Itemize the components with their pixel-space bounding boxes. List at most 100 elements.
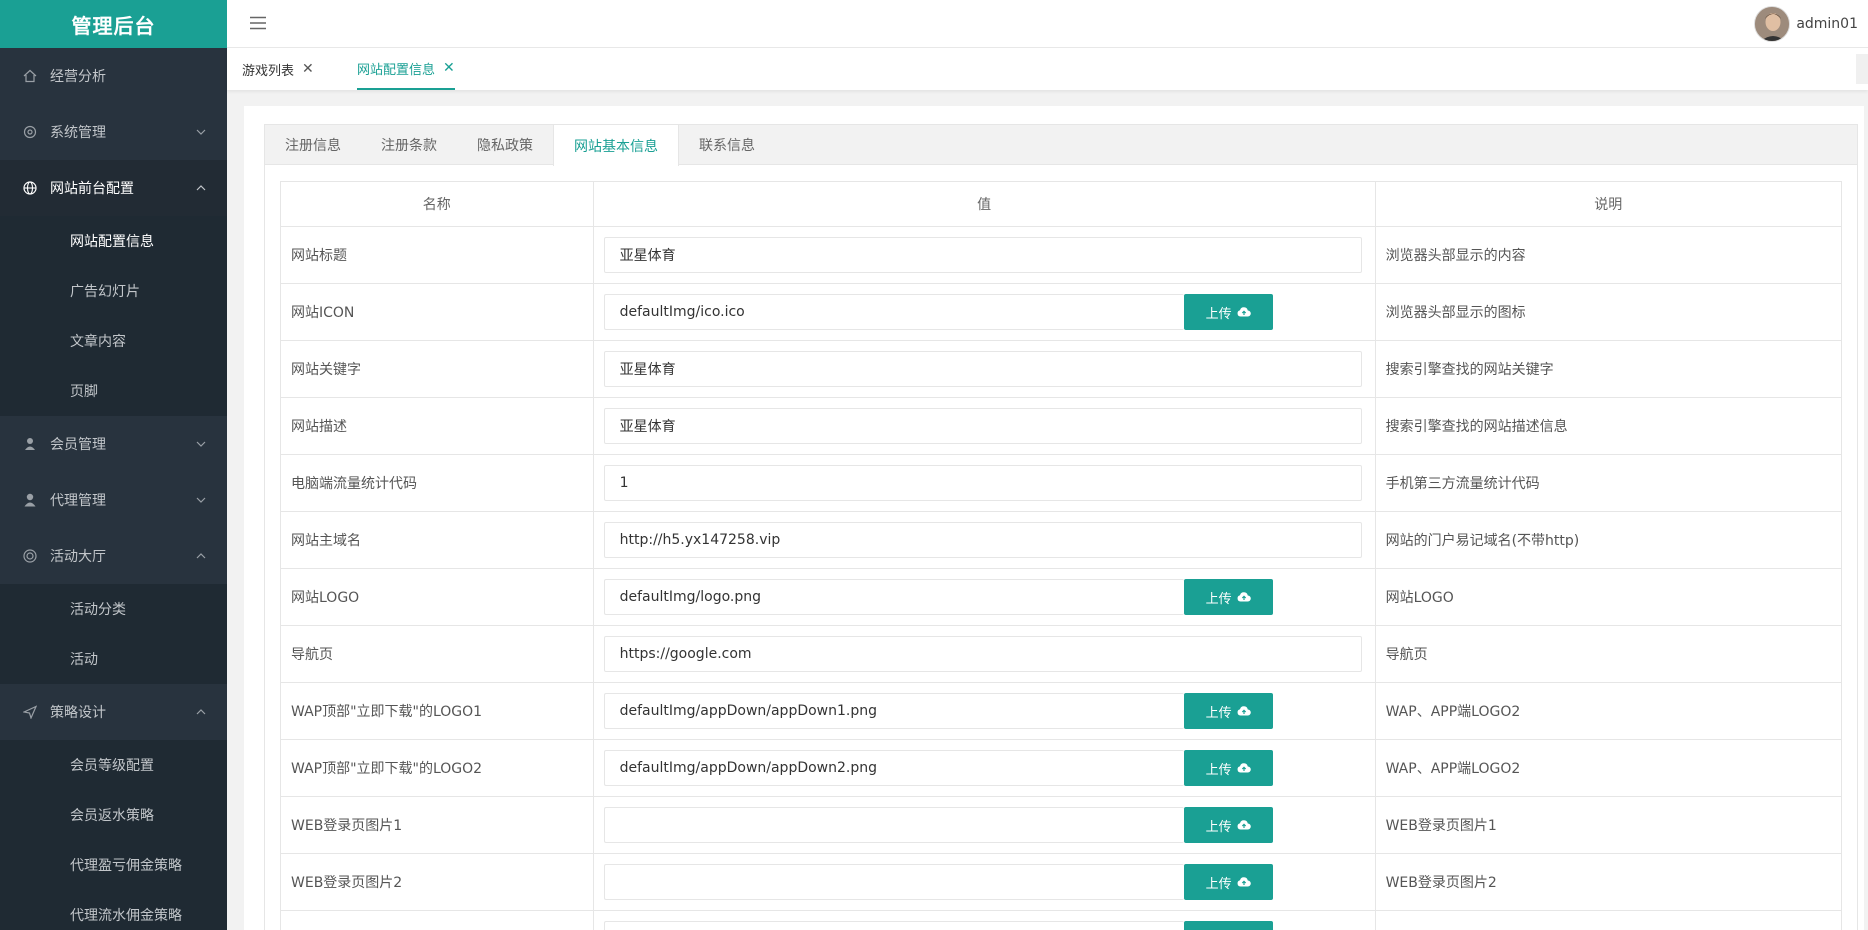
user-icon [22,492,38,508]
sidebar-item-site-config[interactable]: 网站前台配置 [0,160,227,216]
value-input[interactable] [603,465,1362,501]
row-name: WEB登录页图片1 [280,796,594,854]
chevron-up-icon [196,709,206,715]
chevron-down-icon [196,497,206,503]
table-row: 导航页 导航页 [280,625,1843,683]
upload-button[interactable]: 上传 [1183,579,1273,615]
upload-label: 上传 [1205,305,1232,321]
tabs-scroll-handle[interactable] [1856,54,1868,84]
content-card: 注册信息 注册条款 隐私政策 网站基本信息 联系信息 名称 值 说明 网站标题 … [244,106,1864,930]
row-desc: 网站LOGO [1374,568,1843,626]
value-input[interactable] [603,750,1184,786]
page-tabs-bar: 游戏列表 ✕ 网站配置信息 ✕ [227,48,1868,90]
sidebar-subitem-articles[interactable]: 文章内容 [0,316,227,366]
row-desc: 手机第三方流量统计代码 [1374,454,1843,512]
sidebar-subitem-agent-flow-commission[interactable]: 代理流水佣金策略 [0,890,227,930]
row-name: 网站ICON [280,283,594,341]
tab-privacy-policy[interactable]: 隐私政策 [457,125,553,165]
send-icon [22,704,38,720]
value-input[interactable] [603,294,1184,330]
close-icon[interactable]: ✕ [443,60,455,76]
sidebar-item-strategy[interactable]: 策略设计 [0,684,227,740]
value-input[interactable] [603,522,1362,558]
cloud-upload-icon [1237,307,1251,317]
page-tab-label: 游戏列表 [242,63,295,79]
table-row: 网站描述 搜索引擎查找的网站描述信息 [280,397,1843,455]
value-input[interactable] [603,864,1184,900]
upload-button[interactable]: 上传 [1183,921,1273,930]
sidebar-item-label: 经营分析 [50,69,106,85]
table-row: 网站关键字 搜索引擎查找的网站关键字 [280,340,1843,398]
table-row: 网站LOGO 上传 网站LOGO [280,568,1843,626]
cloud-upload-icon [1237,706,1251,716]
value-input[interactable] [603,351,1362,387]
value-input[interactable] [603,921,1184,930]
home-icon [22,68,38,84]
tab-register-terms[interactable]: 注册条款 [361,125,457,165]
table-row: 网站标题 浏览器头部显示的内容 [280,226,1843,284]
upload-button[interactable]: 上传 [1183,750,1273,786]
table-row: WAP顶部"立即下载"的LOGO1 上传 WAP、APP端LOGO2 [280,682,1843,740]
sidebar-item-label: 会员管理 [50,437,106,453]
sidebar-item-members[interactable]: 会员管理 [0,416,227,472]
upload-button[interactable]: 上传 [1183,807,1273,843]
sidebar-subitem-member-level[interactable]: 会员等级配置 [0,740,227,790]
page-tab-label: 网站配置信息 [357,62,436,78]
sidebar-subitem-activity[interactable]: 活动 [0,634,227,684]
sidebar-subitem-agent-profit-commission[interactable]: 代理盈亏佣金策略 [0,840,227,890]
value-input[interactable] [603,693,1184,729]
config-tab-panel: 注册信息 注册条款 隐私政策 网站基本信息 联系信息 名称 值 说明 网站标题 … [264,124,1858,930]
sidebar-subitem-footer[interactable]: 页脚 [0,366,227,416]
app-logo[interactable]: 管理后台 [0,0,227,48]
value-input[interactable] [603,408,1362,444]
row-name: 导航页 [280,625,594,683]
target-icon [22,548,38,564]
value-input[interactable] [603,237,1362,273]
row-name [280,910,594,930]
sidebar-subitem-site-info[interactable]: 网站配置信息 [0,216,227,266]
page-tab-game-list[interactable]: 游戏列表 ✕ [242,48,314,90]
gear-icon [22,124,38,140]
sidebar-subitem-ad-slides[interactable]: 广告幻灯片 [0,266,227,316]
row-name: WAP顶部"立即下载"的LOGO1 [280,682,594,740]
value-input[interactable] [603,579,1184,615]
sidebar-item-agents[interactable]: 代理管理 [0,472,227,528]
upload-button[interactable]: 上传 [1183,294,1273,330]
column-header-name: 名称 [280,181,594,227]
row-name: WAP顶部"立即下载"的LOGO2 [280,739,594,797]
upload-label: 上传 [1205,590,1232,606]
sidebar-item-business-analysis[interactable]: 经营分析 [0,48,227,104]
sidebar-item-activity-hall[interactable]: 活动大厅 [0,528,227,584]
page-tab-site-config[interactable]: 网站配置信息 ✕ [357,48,455,90]
row-desc: 浏览器头部显示的图标 [1374,283,1843,341]
upload-label: 上传 [1205,704,1232,720]
submenu-strategy: 会员等级配置 会员返水策略 代理盈亏佣金策略 代理流水佣金策略 [0,740,227,930]
close-icon[interactable]: ✕ [302,61,314,77]
tab-contact-info[interactable]: 联系信息 [679,125,775,165]
value-input[interactable] [603,636,1362,672]
user-menu[interactable]: admin01 [1754,4,1858,44]
tab-register-info[interactable]: 注册信息 [265,125,361,165]
globe-icon [22,180,38,196]
sidebar-subitem-activity-category[interactable]: 活动分类 [0,584,227,634]
config-table: 名称 值 说明 网站标题 浏览器头部显示的内容 网站ICON 上传 浏览器头部显… [280,181,1843,930]
upload-button[interactable]: 上传 [1183,864,1273,900]
sidebar-item-label: 代理管理 [50,493,106,509]
upload-button[interactable]: 上传 [1183,693,1273,729]
user-name: admin01 [1796,16,1858,32]
table-header-row: 名称 值 说明 [280,181,1843,227]
tab-site-basic-info[interactable]: 网站基本信息 [553,125,679,166]
sidebar-item-system[interactable]: 系统管理 [0,104,227,160]
cloud-upload-icon [1237,820,1251,830]
row-name: 网站主域名 [280,511,594,569]
table-row: 网站ICON 上传 浏览器头部显示的图标 [280,283,1843,341]
upload-label: 上传 [1205,875,1232,891]
chevron-down-icon [196,441,206,447]
menu-toggle-icon[interactable] [249,14,267,32]
table-row: 电脑端流量统计代码 手机第三方流量统计代码 [280,454,1843,512]
upload-label: 上传 [1205,761,1232,777]
sidebar-subitem-member-rebate[interactable]: 会员返水策略 [0,790,227,840]
value-input[interactable] [603,807,1184,843]
config-tabs: 注册信息 注册条款 隐私政策 网站基本信息 联系信息 [265,125,1857,166]
sidebar-item-label: 活动大厅 [50,549,106,565]
